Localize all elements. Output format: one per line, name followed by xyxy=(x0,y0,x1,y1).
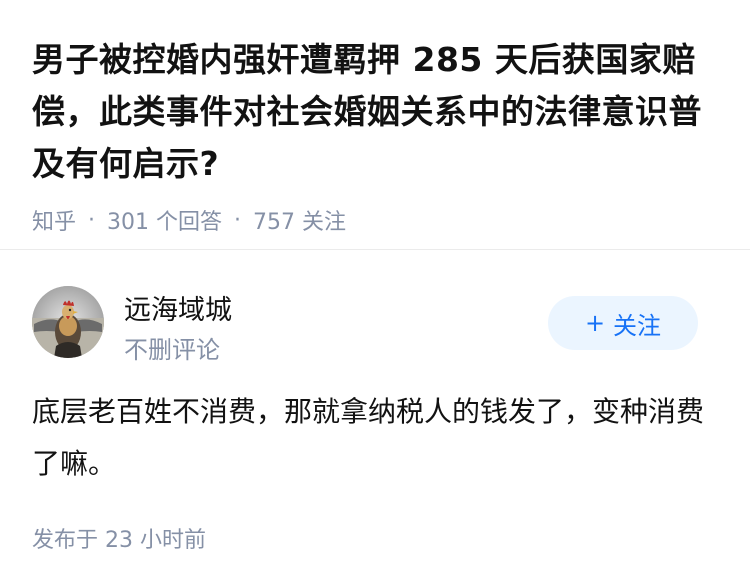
answer-count[interactable]: 301 个回答 xyxy=(107,204,222,236)
meta-separator: · xyxy=(234,207,242,233)
question-title[interactable]: 男子被控婚内强奸遭羁押 285 天后获国家赔偿，此类事件对社会婚姻关系中的法律意… xyxy=(32,34,718,190)
follow-button[interactable]: + 关注 xyxy=(548,296,698,350)
answer-content[interactable]: 底层老百姓不消费，那就拿纳税人的钱发了，变种消费了嘛。 xyxy=(32,386,712,490)
rooster-avatar-icon xyxy=(32,286,104,358)
page: 男子被控婚内强奸遭羁押 285 天后获国家赔偿，此类事件对社会婚姻关系中的法律意… xyxy=(0,0,750,588)
author-bio: 不删评论 xyxy=(124,336,220,364)
follow-count: 757 关注 xyxy=(253,210,347,235)
plus-icon: + xyxy=(584,309,606,337)
avatar[interactable] xyxy=(32,286,104,358)
answer-card: 远海域城 不删评论 + 关注 底层老百姓不消费，那就拿纳税人的钱发了，变种消费了… xyxy=(0,250,750,588)
author-name[interactable]: 远海域城 xyxy=(124,288,232,327)
meta-separator: · xyxy=(88,207,96,233)
answer-timestamp: 发布于 23 小时前 xyxy=(32,528,206,553)
follow-button-label: 关注 xyxy=(613,311,662,340)
question-meta: 知乎 · 301 个回答 · 757 关注 xyxy=(32,204,718,236)
question-header: 男子被控婚内强奸遭羁押 285 天后获国家赔偿，此类事件对社会婚姻关系中的法律意… xyxy=(0,0,750,235)
source-label[interactable]: 知乎 xyxy=(32,204,76,236)
author-row: 远海域城 不删评论 + 关注 xyxy=(32,286,718,364)
